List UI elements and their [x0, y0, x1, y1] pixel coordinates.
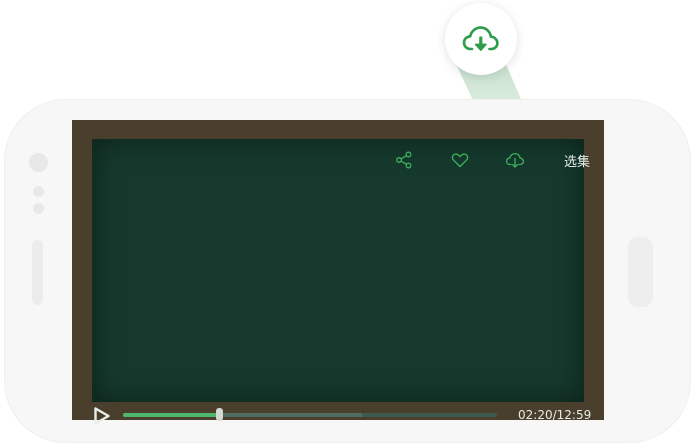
download-callout[interactable]: [445, 3, 517, 75]
cloud-download-icon[interactable]: [505, 150, 525, 170]
front-camera: [29, 153, 48, 172]
episodes-button[interactable]: 选集: [564, 151, 590, 170]
home-button[interactable]: [628, 237, 653, 307]
video-surface[interactable]: 选集 02:20/12:59: [92, 139, 591, 425]
progress-played: [123, 413, 220, 417]
sensor-dot: [33, 186, 44, 197]
cloud-download-icon: [462, 26, 499, 51]
progress-handle[interactable]: [216, 408, 224, 421]
heart-icon[interactable]: [450, 150, 470, 170]
time-readout: 02:20/12:59: [518, 408, 591, 422]
speaker-slot: [32, 240, 43, 305]
progress-bar[interactable]: [123, 413, 497, 417]
sensor-dot: [33, 203, 44, 214]
play-button[interactable]: [92, 405, 112, 427]
time-total: 12:59: [556, 408, 592, 422]
video-player: 选集 02:20/12:59: [72, 120, 604, 425]
share-icon[interactable]: [394, 150, 414, 170]
time-current: 02:20: [518, 408, 553, 422]
play-icon: [94, 407, 110, 425]
